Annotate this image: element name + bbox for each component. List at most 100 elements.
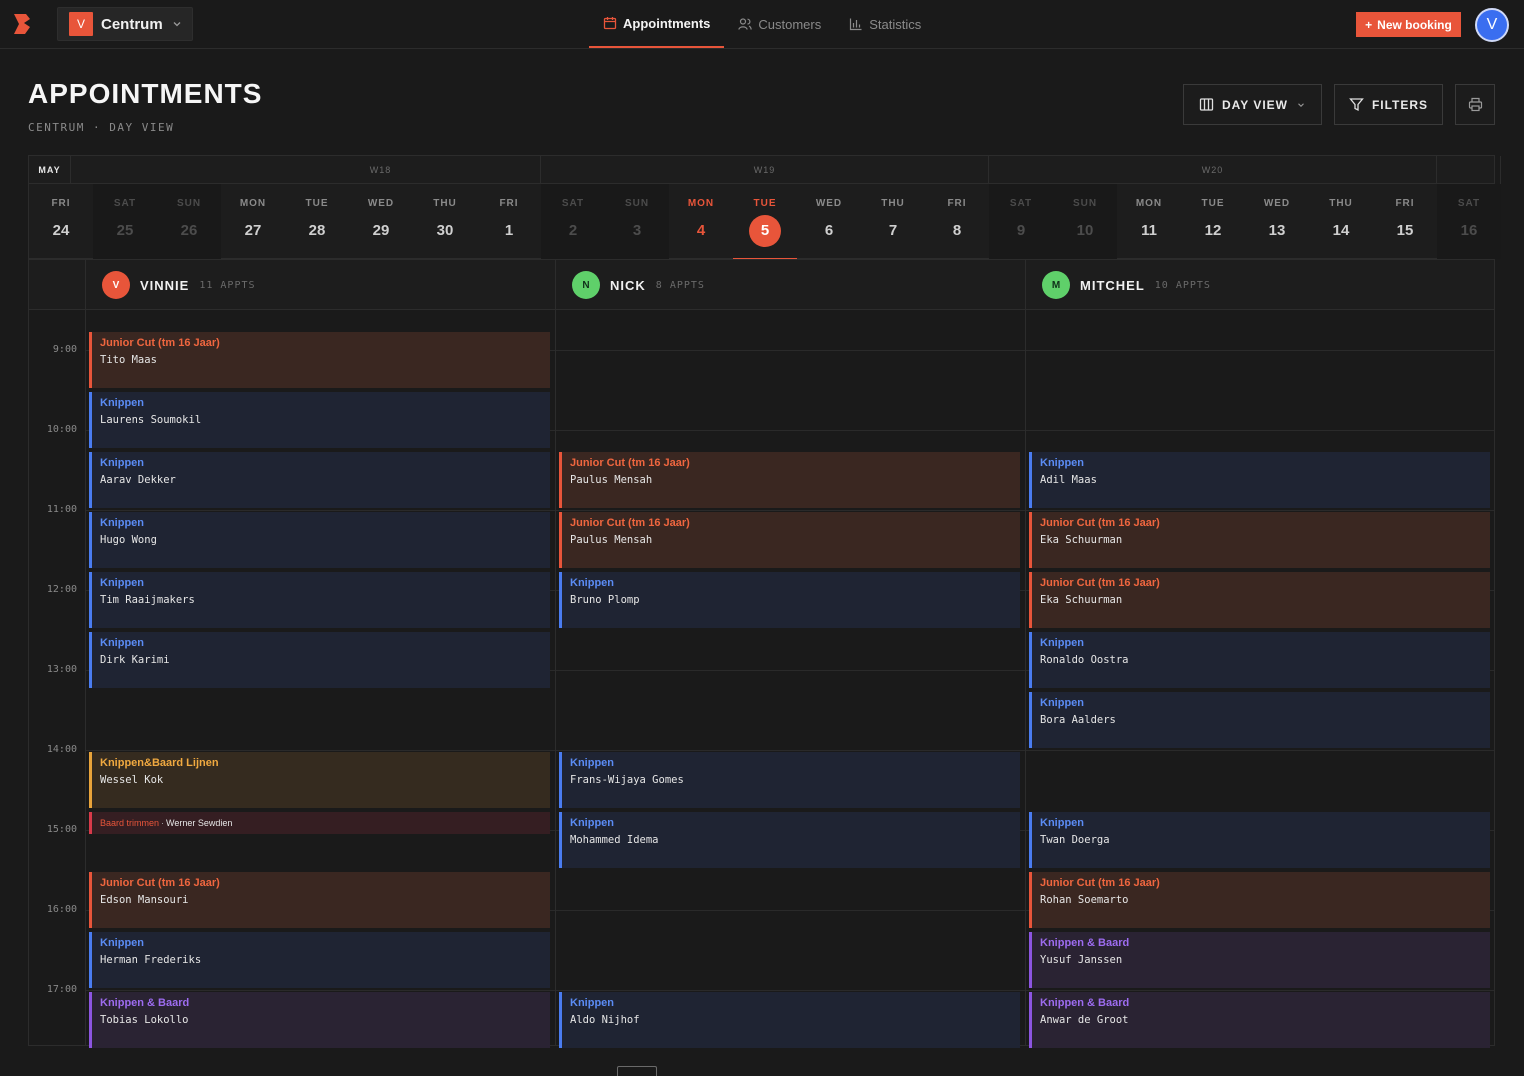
day-cell[interactable]: FRI 1 — [477, 184, 541, 259]
appointment-card[interactable]: Junior Cut (tm 16 Jaar) Eka Schuurman — [1029, 512, 1490, 568]
appointment-card[interactable]: Junior Cut (tm 16 Jaar) Edson Mansouri — [89, 872, 550, 928]
appointment-service: Knippen & Baard — [1040, 937, 1130, 949]
day-name: SUN — [1072, 198, 1098, 209]
day-cell[interactable]: FRI 24 — [29, 184, 93, 259]
week-label: W20 — [989, 156, 1437, 184]
day-cell[interactable]: THU 30 — [413, 184, 477, 259]
breadcrumb: CENTRUM · DAY VIEW — [28, 121, 175, 134]
appointment-card[interactable]: Knippen Ronaldo Oostra — [1029, 632, 1490, 688]
day-cell[interactable]: SUN 10 — [1053, 184, 1117, 259]
day-cell[interactable]: SAT 16 — [1437, 184, 1501, 259]
day-cell[interactable]: MON 27 — [221, 184, 285, 259]
day-cell[interactable]: SAT 9 — [989, 184, 1053, 259]
location-badge: V — [69, 12, 93, 36]
appointment-card[interactable]: Junior Cut (tm 16 Jaar) Rohan Soemarto — [1029, 872, 1490, 928]
appointment-card[interactable]: Knippen Bruno Plomp — [559, 572, 1020, 628]
day-cell[interactable]: FRI 15 — [1373, 184, 1437, 259]
appointment-customer: Tim Raaijmakers — [100, 594, 195, 606]
day-name: TUE — [1201, 198, 1225, 209]
plus-icon: + — [1365, 17, 1373, 32]
day-cell[interactable]: TUE 5 — [733, 184, 797, 260]
appointment-service: Knippen — [100, 577, 144, 589]
week-label: W18 — [221, 156, 541, 184]
day-cell[interactable]: WED 13 — [1245, 184, 1309, 259]
day-calendar: V VINNIE 11 APPTS N NICK 8 APPTS M MITCHEL 10 AP… — [28, 259, 1495, 1048]
day-name: WED — [367, 198, 395, 209]
brand-logo-icon[interactable] — [12, 13, 32, 35]
appointment-card[interactable]: Knippen Hugo Wong — [89, 512, 550, 568]
appointment-card[interactable]: Knippen Laurens Soumokil — [89, 392, 550, 448]
scroll-handle[interactable] — [617, 1066, 657, 1076]
nav-statistics[interactable]: Statistics — [835, 0, 935, 48]
user-avatar[interactable]: V — [1475, 8, 1509, 42]
day-cell[interactable]: THU 14 — [1309, 184, 1373, 259]
nav-customers[interactable]: Customers — [724, 0, 835, 48]
day-cell[interactable]: TUE 28 — [285, 184, 349, 259]
appointment-card[interactable]: Junior Cut (tm 16 Jaar) Paulus Mensah — [559, 512, 1020, 568]
appointment-card[interactable]: Baard trimmen · Werner Sewdien — [89, 812, 550, 834]
appointment-card[interactable]: Knippen Dirk Karimi — [89, 632, 550, 688]
appointment-service: Knippen — [1040, 457, 1084, 469]
hour-label: 9:00 — [52, 344, 77, 355]
appointment-customer: Herman Frederiks — [100, 954, 202, 966]
day-cell[interactable]: SUN 3 — [605, 184, 669, 259]
appointment-customer: Paulus Mensah — [570, 474, 653, 486]
day-cell[interactable]: FRI 8 — [925, 184, 989, 259]
appointment-card[interactable]: Knippen & Baard Anwar de Groot — [1029, 992, 1490, 1048]
day-date: 11 — [1141, 222, 1157, 239]
appointment-card[interactable]: Knippen Aarav Dekker — [89, 452, 550, 508]
appointment-card[interactable]: Junior Cut (tm 16 Jaar) Eka Schuurman — [1029, 572, 1490, 628]
appointment-card[interactable]: Junior Cut (tm 16 Jaar) Paulus Mensah — [559, 452, 1020, 508]
appointment-customer: Mohammed Idema — [570, 834, 659, 846]
staff-appt-count: 10 APPTS — [1154, 279, 1211, 291]
appointment-card[interactable]: Knippen Mohammed Idema — [559, 812, 1020, 868]
day-name: MON — [1135, 198, 1163, 209]
appointment-card[interactable]: Junior Cut (tm 16 Jaar) Tito Maas — [89, 332, 550, 388]
appointment-card[interactable]: Knippen Frans-Wijaya Gomes — [559, 752, 1020, 808]
appointment-customer: Wessel Kok — [100, 774, 164, 786]
day-name: SAT — [1457, 198, 1481, 209]
day-cell[interactable]: THU 7 — [861, 184, 925, 259]
appointment-customer: Anwar de Groot — [1040, 1014, 1129, 1026]
day-date: 1 — [504, 222, 514, 239]
bar-chart-icon — [850, 18, 862, 31]
day-view-dropdown[interactable]: DAY VIEW — [1183, 84, 1322, 125]
appointment-customer: Tobias Lokollo — [100, 1014, 189, 1026]
appointment-customer: Adil Maas — [1040, 474, 1097, 486]
day-name: FRI — [1395, 198, 1415, 209]
staff-header-vinnie[interactable]: V VINNIE 11 APPTS — [85, 260, 555, 310]
nav-appointments[interactable]: Appointments — [589, 0, 725, 48]
appointment-service: Knippen — [100, 637, 144, 649]
appointment-card[interactable]: Knippen Herman Frederiks — [89, 932, 550, 988]
staff-header-nick[interactable]: N NICK 8 APPTS — [555, 260, 1025, 310]
day-cell[interactable]: SUN 26 — [157, 184, 221, 259]
print-button[interactable] — [1455, 84, 1495, 125]
day-date: 30 — [436, 222, 454, 239]
day-cell[interactable]: TUE 12 — [1181, 184, 1245, 259]
appointment-customer: Eka Schuurman — [1040, 534, 1123, 546]
filters-button[interactable]: FILTERS — [1334, 84, 1443, 125]
appointment-card[interactable]: Knippen Adil Maas — [1029, 452, 1490, 508]
appointment-card[interactable]: Knippen Bora Aalders — [1029, 692, 1490, 748]
appointment-card[interactable]: Knippen Twan Doerga — [1029, 812, 1490, 868]
appointment-card[interactable]: Knippen Aldo Nijhof — [559, 992, 1020, 1048]
day-cell[interactable]: MON 11 — [1117, 184, 1181, 259]
day-cell[interactable]: SAT 2 — [541, 184, 605, 259]
new-booking-button[interactable]: + New booking — [1356, 12, 1461, 37]
column-divider — [85, 310, 86, 1046]
day-date: 3 — [632, 222, 642, 239]
day-date: 24 — [52, 222, 70, 239]
location-select[interactable]: V Centrum — [57, 7, 193, 41]
appointment-card[interactable]: Knippen&Baard Lijnen Wessel Kok — [89, 752, 550, 808]
staff-header-mitchel[interactable]: M MITCHEL 10 APPTS — [1025, 260, 1495, 310]
day-cell[interactable]: MON 4 — [669, 184, 733, 259]
day-cell[interactable]: SAT 25 — [93, 184, 157, 259]
appointment-card[interactable]: Knippen Tim Raaijmakers — [89, 572, 550, 628]
separator-dot: · — [161, 818, 165, 828]
day-date: 25 — [116, 222, 134, 239]
day-cell[interactable]: WED 29 — [349, 184, 413, 259]
day-name: FRI — [947, 198, 967, 209]
appointment-card[interactable]: Knippen & Baard Tobias Lokollo — [89, 992, 550, 1048]
day-cell[interactable]: WED 6 — [797, 184, 861, 259]
appointment-card[interactable]: Knippen & Baard Yusuf Janssen — [1029, 932, 1490, 988]
